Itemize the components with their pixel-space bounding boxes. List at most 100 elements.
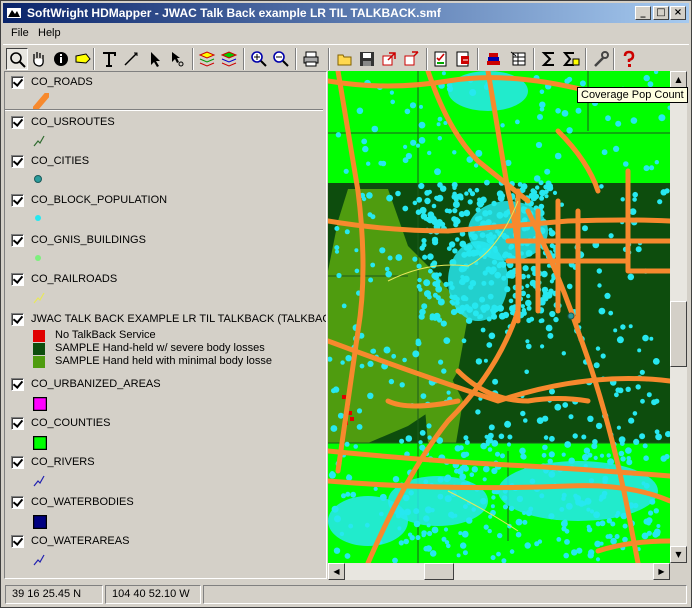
population-dot: [644, 166, 649, 171]
population-dot: [545, 324, 553, 332]
sum-tool-button[interactable]: [538, 48, 560, 70]
population-dot: [598, 307, 606, 315]
menu-help[interactable]: Help: [38, 27, 61, 39]
population-dot: [628, 324, 633, 329]
layer-visibility-checkbox[interactable]: [11, 194, 24, 207]
population-dot: [654, 398, 660, 404]
urban-population-cluster: [448, 241, 508, 321]
open-folder-tool-button[interactable]: [334, 48, 356, 70]
vertical-scrollbar[interactable]: ▲ ▼: [670, 71, 687, 563]
vertical-scroll-thumb[interactable]: [670, 301, 687, 367]
population-dot: [437, 298, 445, 306]
text-tool-button[interactable]: [98, 48, 120, 70]
population-dot: [596, 268, 602, 274]
legend-panel[interactable]: CO_ROADS CO_USROUTES CO_CITIES CO_BLOCK_POP…: [4, 71, 327, 579]
scroll-left-button[interactable]: ◀: [328, 563, 345, 580]
layer-visibility-checkbox[interactable]: [11, 417, 24, 430]
zoom-select-tool-button[interactable]: [6, 48, 28, 70]
layer-name[interactable]: CO_URBANIZED_AREAS: [31, 378, 161, 390]
layer-name[interactable]: JWAC TALK BACK EXAMPLE LR TIL TALKBACK (…: [31, 313, 326, 325]
coverage-map[interactable]: [328, 71, 670, 563]
layer-visibility-checkbox[interactable]: [11, 313, 24, 326]
report-tool-button[interactable]: [452, 48, 474, 70]
maximize-button[interactable]: □: [653, 6, 669, 20]
population-dot: [434, 168, 441, 176]
layer-name[interactable]: CO_RAILROADS: [31, 273, 117, 285]
population-dot: [543, 184, 549, 190]
population-dot: [387, 255, 393, 261]
minimize-button[interactable]: _: [635, 6, 651, 20]
population-dot: [616, 336, 624, 344]
layer-visibility-checkbox[interactable]: [11, 76, 24, 89]
map-canvas[interactable]: [328, 71, 670, 563]
layer-name[interactable]: CO_ROADS: [31, 76, 93, 88]
horizontal-scrollbar[interactable]: ◀ ▶: [328, 563, 670, 580]
population-dot: [643, 74, 650, 82]
population-dot: [555, 108, 561, 114]
layer-name[interactable]: CO_WATERAREAS: [31, 535, 129, 547]
layer-visibility-checkbox[interactable]: [11, 378, 24, 391]
zoom-out-tool-button[interactable]: [270, 48, 292, 70]
layers-add-tool-button[interactable]: [196, 48, 218, 70]
population-dot: [606, 453, 611, 458]
population-dot: [405, 152, 412, 160]
population-dot: [543, 435, 549, 440]
population-dot: [593, 362, 600, 369]
checklist-tool-button[interactable]: [430, 48, 452, 70]
population-dot: [660, 455, 667, 462]
layer-visibility-checkbox[interactable]: [11, 155, 24, 168]
pan-hand-tool-button[interactable]: [28, 48, 50, 70]
layers-edit-tool-button[interactable]: [218, 48, 240, 70]
population-dot: [480, 442, 487, 450]
layer-name[interactable]: CO_USROUTES: [31, 116, 115, 128]
layer-visibility-checkbox[interactable]: [11, 234, 24, 247]
scroll-down-button[interactable]: ▼: [670, 546, 687, 563]
scroll-right-button[interactable]: ▶: [653, 563, 670, 580]
layer-name[interactable]: CO_RIVERS: [31, 456, 95, 468]
select-arrow-tool-button[interactable]: [144, 48, 166, 70]
population-dot: [471, 466, 478, 473]
population-dot: [418, 440, 423, 445]
layer-visibility-checkbox[interactable]: [11, 116, 24, 129]
layer-name[interactable]: CO_WATERBODIES: [31, 496, 134, 508]
wrench-tool-button[interactable]: [590, 48, 612, 70]
menu-file[interactable]: File: [11, 27, 29, 39]
population-dot: [642, 334, 649, 342]
node-select-tool-button[interactable]: [166, 48, 188, 70]
layer-name[interactable]: CO_CITIES: [31, 155, 89, 167]
close-button[interactable]: ×: [670, 6, 686, 20]
population-dot: [463, 435, 469, 441]
population-dot: [632, 197, 637, 202]
population-dot: [361, 138, 368, 145]
layer-visibility-checkbox[interactable]: [11, 535, 24, 548]
layer-name[interactable]: CO_BLOCK_POPULATION: [31, 194, 167, 206]
sum-highlight-tool-button[interactable]: [560, 48, 582, 70]
measure-line-tool-button[interactable]: [120, 48, 142, 70]
info-tool-button[interactable]: [50, 48, 72, 70]
layer-visibility-checkbox[interactable]: [11, 496, 24, 509]
population-dot: [593, 455, 598, 460]
export-tool-button[interactable]: [378, 48, 400, 70]
save-tool-button[interactable]: [356, 48, 378, 70]
population-dot: [353, 444, 358, 449]
layer-name[interactable]: CO_GNIS_BUILDINGS: [31, 234, 146, 246]
scroll-up-button[interactable]: ▲: [670, 71, 687, 88]
zoom-in-tool-button[interactable]: [248, 48, 270, 70]
layer-visibility-checkbox[interactable]: [11, 273, 24, 286]
population-dot: [418, 182, 425, 190]
stack-tool-button[interactable]: [482, 48, 504, 70]
label-tool-button[interactable]: [72, 48, 94, 70]
population-dot: [431, 236, 439, 244]
import-tool-button[interactable]: [400, 48, 422, 70]
table-tool-button[interactable]: [508, 48, 530, 70]
population-dot: [637, 348, 642, 353]
population-dot: [607, 533, 613, 539]
layer-name[interactable]: CO_COUNTIES: [31, 417, 110, 429]
population-dot: [491, 495, 496, 500]
print-tool-button[interactable]: [300, 48, 322, 70]
help-tool-button[interactable]: [618, 48, 640, 70]
horizontal-scroll-thumb[interactable]: [424, 563, 454, 580]
population-dot: [508, 272, 516, 279]
population-dot: [506, 442, 512, 447]
layer-visibility-checkbox[interactable]: [11, 456, 24, 469]
